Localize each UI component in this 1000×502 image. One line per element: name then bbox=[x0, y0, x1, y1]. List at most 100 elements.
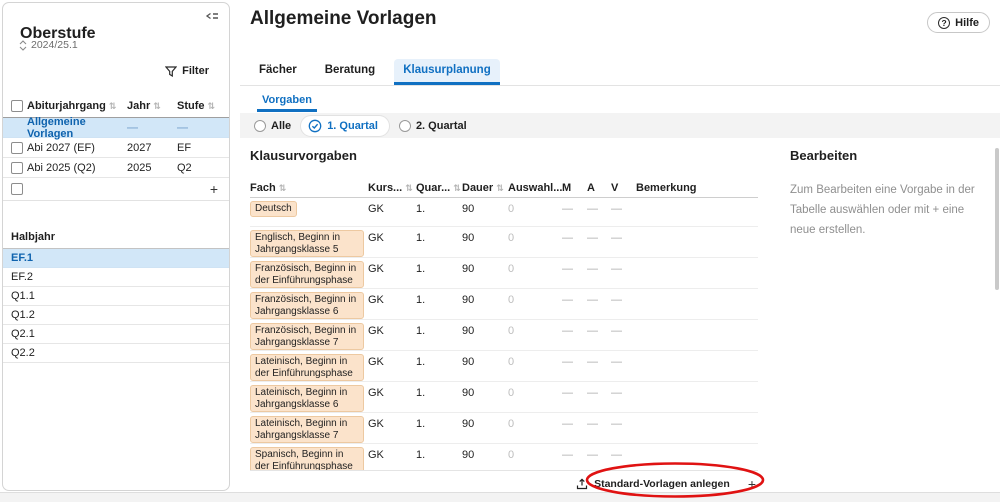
klausurvorgaben-section: Klausurvorgaben Fach ⇅ Kurs... ⇅ Quar... ⇅ … bbox=[250, 148, 758, 493]
table-action-bar: Standard-Vorlagen anlegen + bbox=[250, 471, 758, 493]
add-abiturjahrgang-button[interactable]: + bbox=[210, 181, 218, 197]
column-header-dauer[interactable]: Dauer ⇅ bbox=[462, 182, 508, 194]
sort-icon[interactable]: ⇅ bbox=[405, 183, 413, 193]
fach-chip[interactable]: Lateinisch, Beginn in der Einführungspha… bbox=[250, 354, 364, 381]
updown-chevrons-icon bbox=[19, 39, 27, 51]
row-checkbox[interactable] bbox=[11, 183, 23, 195]
cell-a: — bbox=[587, 418, 598, 430]
sidebar-add-row: + bbox=[3, 178, 229, 201]
cell-m: — bbox=[562, 263, 573, 275]
table-row[interactable]: Französisch, Beginn in Jahrgangsklasse 6… bbox=[250, 289, 758, 320]
cell-m: — bbox=[562, 387, 573, 399]
cell-v: — bbox=[611, 418, 622, 430]
table-row[interactable]: Französisch, Beginn in Jahrgangsklasse 7… bbox=[250, 320, 758, 351]
halbjahr-item-q11[interactable]: Q1.1 bbox=[3, 287, 229, 306]
column-header-bemerkung[interactable]: Bemerkung bbox=[636, 182, 758, 194]
table-row[interactable]: Lateinisch, Beginn in Jahrgangsklasse 7 … bbox=[250, 413, 758, 444]
collapse-sidebar-icon[interactable] bbox=[205, 10, 220, 22]
subtab-vorgaben[interactable]: Vorgaben bbox=[257, 92, 317, 112]
sort-icon[interactable]: ⇅ bbox=[109, 101, 117, 111]
cell-dauer: 90 bbox=[462, 232, 475, 244]
column-header-jahr[interactable]: Jahr ⇅ bbox=[127, 100, 177, 112]
column-header-auswahl[interactable]: Auswahl... bbox=[508, 182, 562, 194]
radio-2-quartal[interactable]: 2. Quartal bbox=[398, 119, 467, 132]
cell-a: — bbox=[587, 294, 598, 306]
table-row[interactable]: Lateinisch, Beginn in Jahrgangsklasse 6 … bbox=[250, 382, 758, 413]
cell-kursart: GK bbox=[368, 294, 384, 306]
table-row[interactable]: Spanisch, Beginn in der Einführungsphase… bbox=[250, 444, 758, 470]
table-row[interactable]: Lateinisch, Beginn in der Einführungspha… bbox=[250, 351, 758, 382]
halbjahr-item-q22[interactable]: Q2.2 bbox=[3, 344, 229, 363]
fach-chip[interactable]: Englisch, Beginn in Jahrgangsklasse 5 bbox=[250, 230, 364, 257]
sort-icon[interactable]: ⇅ bbox=[153, 101, 161, 111]
halbjahr-item-ef2[interactable]: EF.2 bbox=[3, 268, 229, 287]
sort-icon[interactable]: ⇅ bbox=[453, 183, 461, 193]
cell-a: — bbox=[587, 387, 598, 399]
column-header-fach[interactable]: Fach ⇅ bbox=[250, 182, 368, 194]
fach-chip[interactable]: Lateinisch, Beginn in Jahrgangsklasse 7 bbox=[250, 416, 364, 443]
cell-dauer: 90 bbox=[462, 449, 475, 461]
cell-a: — bbox=[587, 203, 598, 215]
cell-kursart: GK bbox=[368, 449, 384, 461]
sidebar-row-abi-2025[interactable]: Abi 2025 (Q2) 2025 Q2 bbox=[3, 158, 229, 178]
add-vorgabe-button[interactable]: + bbox=[748, 476, 756, 492]
funnel-icon bbox=[165, 65, 178, 77]
filter-label: Filter bbox=[182, 65, 209, 77]
cell-bemerkung bbox=[636, 353, 758, 356]
edit-panel-title: Bearbeiten bbox=[790, 148, 858, 163]
table-row[interactable]: Englisch, Beginn in Jahrgangsklasse 5 GK… bbox=[250, 227, 758, 258]
fach-chip[interactable]: Französisch, Beginn in Jahrgangsklasse 6 bbox=[250, 292, 364, 319]
cell-a: — bbox=[587, 449, 598, 461]
cell-m: — bbox=[562, 449, 573, 461]
fach-chip[interactable]: Französisch, Beginn in der Einführungsph… bbox=[250, 261, 364, 288]
column-header-abiturjahrgang[interactable]: Abiturjahrgang ⇅ bbox=[27, 100, 127, 112]
radio-alle[interactable]: Alle bbox=[254, 119, 291, 132]
create-standard-templates-button[interactable]: Standard-Vorlagen anlegen bbox=[576, 478, 730, 490]
fach-chip[interactable]: Französisch, Beginn in Jahrgangsklasse 7 bbox=[250, 323, 364, 350]
cell-a: — bbox=[587, 356, 598, 368]
fach-chip[interactable]: Spanisch, Beginn in der Einführungsphase bbox=[250, 447, 364, 470]
cell-v: — bbox=[611, 449, 622, 461]
cell-kursart: GK bbox=[368, 203, 384, 215]
row-checkbox[interactable] bbox=[11, 161, 23, 174]
column-header-stufe[interactable]: Stufe ⇅ bbox=[177, 100, 229, 112]
halbjahr-item-ef1[interactable]: EF.1 bbox=[3, 249, 229, 268]
fach-chip[interactable]: Deutsch bbox=[250, 201, 297, 217]
schoolyear-selector[interactable]: 2024/25.1 bbox=[19, 39, 78, 51]
cell-m: — bbox=[562, 356, 573, 368]
halbjahr-item-q21[interactable]: Q2.1 bbox=[3, 325, 229, 344]
select-all-checkbox[interactable] bbox=[11, 100, 23, 112]
table-row[interactable]: Französisch, Beginn in der Einführungsph… bbox=[250, 258, 758, 289]
cell-m: — bbox=[562, 203, 573, 215]
column-header-a[interactable]: A bbox=[587, 182, 611, 194]
column-header-v[interactable]: V bbox=[611, 182, 636, 194]
sidebar-row-abi-2027[interactable]: Abi 2027 (EF) 2027 EF bbox=[3, 138, 229, 158]
sort-icon[interactable]: ⇅ bbox=[208, 101, 216, 111]
sidebar-row-allgemeine-vorlagen[interactable]: Allgemeine Vorlagen — — bbox=[3, 116, 229, 140]
column-header-quartal[interactable]: Quar... ⇅ bbox=[416, 182, 462, 194]
row-checkbox[interactable] bbox=[11, 141, 23, 154]
sort-icon[interactable]: ⇅ bbox=[496, 183, 504, 193]
help-label: Hilfe bbox=[955, 16, 979, 29]
tab-klausurplanung[interactable]: Klausurplanung bbox=[394, 59, 500, 85]
column-header-m[interactable]: M bbox=[562, 182, 587, 194]
vertical-scrollbar[interactable] bbox=[995, 148, 999, 290]
filter-button[interactable]: Filter bbox=[165, 65, 209, 77]
fach-chip[interactable]: Lateinisch, Beginn in Jahrgangsklasse 6 bbox=[250, 385, 364, 412]
radio-1-quartal[interactable]: 1. Quartal bbox=[301, 115, 389, 136]
klausur-table-header: Fach ⇅ Kurs... ⇅ Quar... ⇅ Dauer ⇅ Auswahl..… bbox=[250, 178, 758, 198]
table-row[interactable]: Deutsch GK 1. 90 0 — — — bbox=[250, 198, 758, 227]
halbjahr-item-q12[interactable]: Q1.2 bbox=[3, 306, 229, 325]
upload-icon bbox=[576, 478, 588, 490]
help-button[interactable]: ? Hilfe bbox=[927, 12, 990, 33]
tab-beratung[interactable]: Beratung bbox=[316, 59, 384, 85]
sort-icon[interactable]: ⇅ bbox=[279, 183, 287, 193]
abiturjahrgang-table: Abiturjahrgang ⇅ Jahr ⇅ Stufe ⇅ Allgemeine … bbox=[3, 95, 229, 201]
cell-m: — bbox=[562, 294, 573, 306]
schoolyear-value: 2024/25.1 bbox=[31, 39, 78, 51]
column-header-kursart[interactable]: Kurs... ⇅ bbox=[368, 182, 416, 194]
tab-faecher[interactable]: Fächer bbox=[250, 59, 306, 85]
cell-m: — bbox=[562, 232, 573, 244]
cell-bemerkung bbox=[636, 446, 758, 449]
cell-dauer: 90 bbox=[462, 325, 475, 337]
